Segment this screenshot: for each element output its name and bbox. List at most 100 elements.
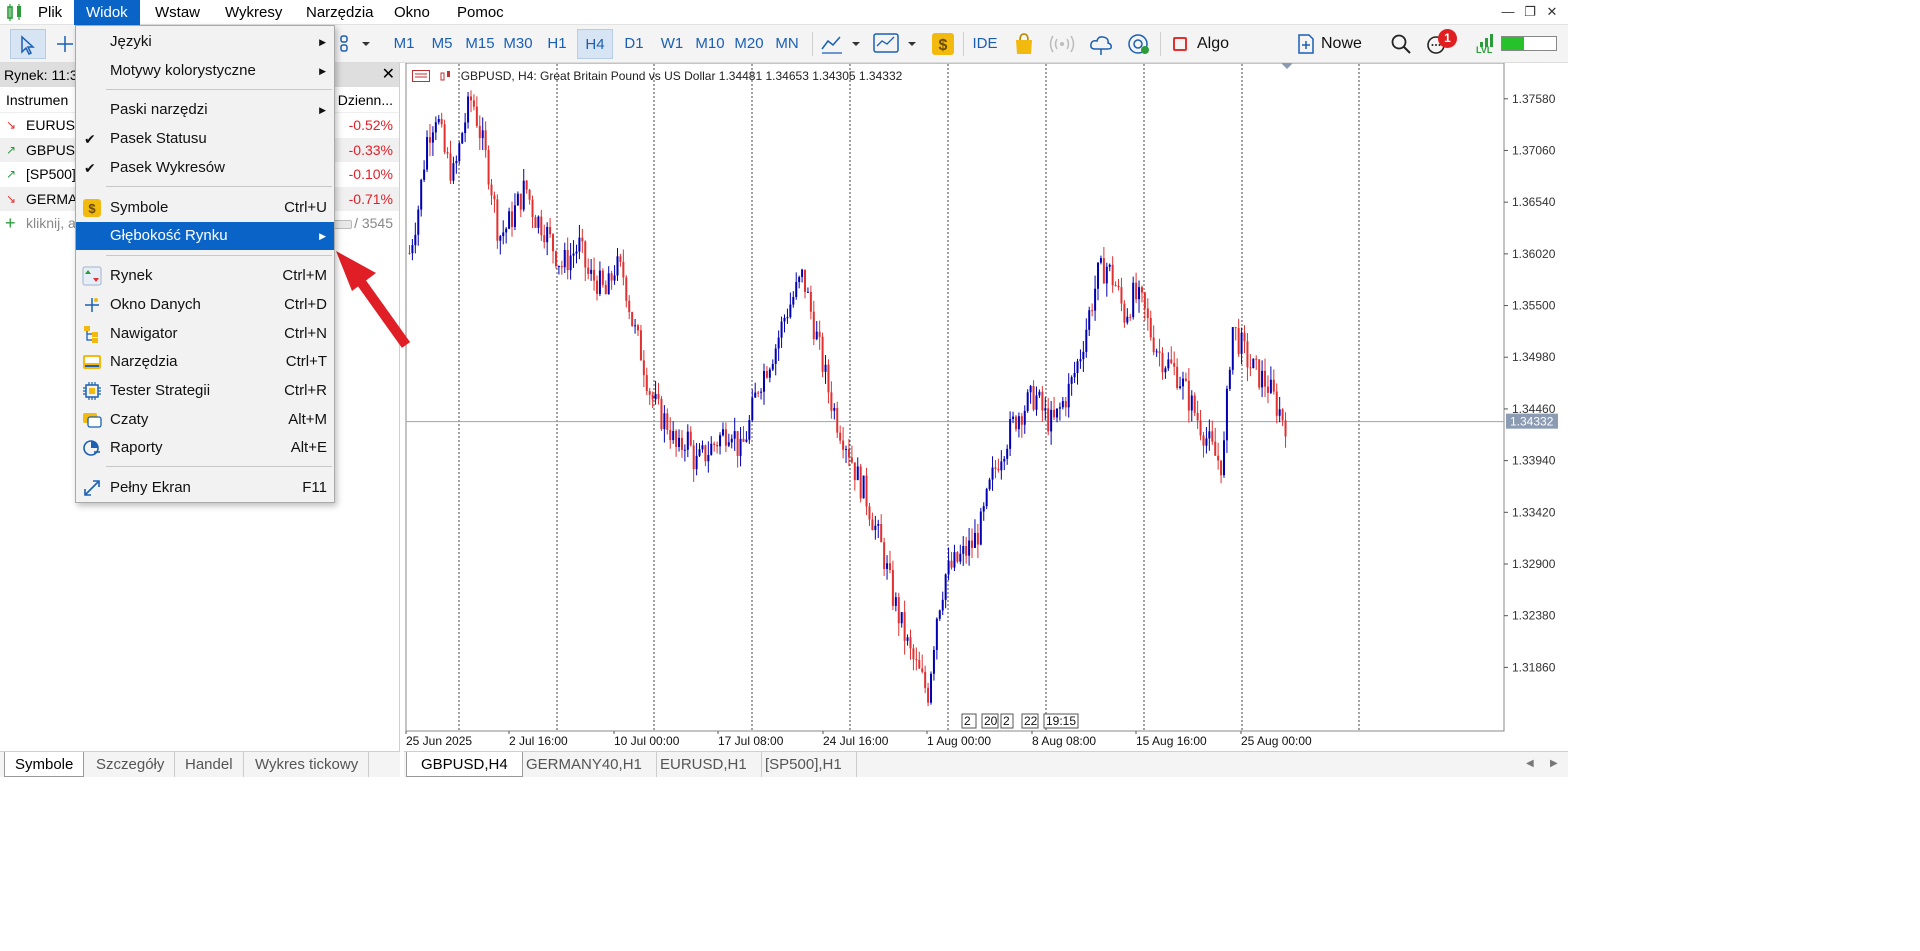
x-tick-label: 25 Aug 00:00 [1241, 734, 1312, 748]
menu-plik[interactable]: Plik [26, 0, 74, 25]
candle-body [1258, 359, 1261, 388]
menu-item-paski-narzedzi[interactable]: Paski narzędzi ▶ [76, 96, 334, 124]
timeframe-m30[interactable]: M30 [500, 29, 536, 59]
menu-wstaw[interactable]: Wstaw [143, 0, 212, 25]
menu-item-jezyki[interactable]: Języki ▶ [76, 28, 334, 56]
menu-pomoc[interactable]: Pomoc [445, 0, 516, 25]
menu-item-okno-danych[interactable]: Okno Danych Ctrl+D [76, 291, 334, 319]
menu-item-glebokosc-rynku[interactable]: Głębokość Rynku ▶ [76, 222, 334, 250]
cursor-tool-icon[interactable] [10, 29, 46, 59]
candle-body [871, 519, 874, 531]
new-order-button[interactable]: Nowe Zl [1294, 29, 1378, 82]
menu-item-label: Motywy kolorystyczne [110, 62, 256, 79]
timeframe-m15[interactable]: M15 [462, 29, 498, 59]
candle-body [680, 437, 683, 450]
candle-body [575, 251, 578, 254]
menu-item-pasek-wykresow[interactable]: ✔ Pasek Wykresów [76, 154, 334, 182]
candle-body [686, 431, 689, 450]
close-window-icon[interactable]: ✕ [1542, 2, 1562, 22]
objects-dropdown-icon[interactable] [336, 29, 374, 59]
candle-body [906, 637, 909, 641]
menu-item-raporty[interactable]: Raporty Alt+E [76, 434, 334, 462]
candle-body [537, 216, 540, 228]
algo-trading-button[interactable]: Algo Trading [1170, 29, 1284, 82]
col-instrument[interactable]: Instrumen [6, 87, 68, 113]
candle-body [692, 445, 695, 470]
candle-body [1152, 337, 1155, 353]
candle-body [830, 392, 833, 411]
tabs-scroll-right-icon[interactable]: ▶ [1550, 758, 1558, 769]
vps-globe-icon[interactable] [1126, 31, 1152, 57]
symbols-dollar-icon[interactable]: $ [930, 31, 956, 57]
menu-item-shortcut: Ctrl+N [284, 325, 327, 342]
menu-item-pelny-ekran[interactable]: Pełny Ekran F11 [76, 474, 334, 502]
chart-header: GBPUSD, H4: Great Britain Pound vs US Do… [412, 69, 902, 83]
menu-narzedzia[interactable]: Narzędzia [294, 0, 386, 25]
tab-handel[interactable]: Handel [175, 752, 244, 777]
chart-grid-icon[interactable] [412, 70, 430, 82]
timeframe-m1[interactable]: M1 [386, 29, 422, 59]
menu-wykresy[interactable]: Wykresy [213, 0, 294, 25]
candle-body [1225, 388, 1228, 441]
candle-body [683, 449, 686, 451]
cloud-icon[interactable] [1088, 31, 1114, 57]
candle-body [1091, 310, 1094, 312]
timeframe-m20[interactable]: M20 [731, 29, 767, 59]
chart-tab-sp500-h1[interactable]: [SP500],H1 [751, 752, 857, 777]
candle-body [443, 124, 446, 153]
menu-item-symbole[interactable]: $ Symbole Ctrl+U [76, 194, 334, 222]
timeframe-h1[interactable]: H1 [539, 29, 575, 59]
candle-body [522, 180, 525, 210]
candle-body [481, 130, 484, 139]
indicator-dropdown-icon[interactable] [820, 31, 864, 57]
timeframe-d1[interactable]: D1 [616, 29, 652, 59]
col-daily-change[interactable]: Dzienn... [338, 87, 393, 113]
tab-wykres-tickowy[interactable]: Wykres tickowy [245, 752, 370, 777]
timeframe-m5[interactable]: M5 [424, 29, 460, 59]
chart-candles-icon[interactable] [439, 70, 457, 82]
market-bag-icon[interactable] [1011, 31, 1037, 57]
tab-symbole[interactable]: Symbole [4, 752, 85, 777]
menu-item-shortcut: Alt+M [288, 411, 327, 428]
price-chart[interactable]: 1.34332 1.37580 1.37060 1.36540 1.36020 1.35… [404, 63, 1568, 751]
tab-szczegoly[interactable]: Szczegóły [86, 752, 176, 777]
signal-level-indicator[interactable]: LVL [1474, 33, 1568, 59]
menu-item-shortcut: Alt+E [290, 439, 327, 456]
chart-tab-eurusd-h1[interactable]: EURUSD,H1 [646, 752, 762, 777]
candle-body [593, 269, 596, 281]
menu-widok[interactable]: Widok [74, 0, 140, 25]
chart-shift-marker-icon[interactable] [1281, 63, 1293, 69]
menu-item-czaty[interactable]: Czaty Alt+M [76, 406, 334, 434]
notifications-button[interactable]: 1 [1424, 29, 1458, 59]
menu-item-tester-strategii[interactable]: Tester Strategii Ctrl+R [76, 377, 334, 405]
candle-body [1208, 431, 1211, 439]
candle-body [956, 552, 959, 562]
menu-item-motywy[interactable]: Motywy kolorystyczne ▶ [76, 57, 334, 85]
chart-tab-gbpusd-h4[interactable]: GBPUSD,H4 [406, 752, 523, 777]
ide-button[interactable]: IDE [968, 29, 1002, 59]
candle-body [1058, 407, 1061, 409]
restore-icon[interactable]: ❐ [1520, 2, 1540, 22]
tabs-scroll-left-icon[interactable]: ◀ [1526, 758, 1534, 769]
timeframe-m10[interactable]: M10 [692, 29, 728, 59]
timeframe-mn[interactable]: MN [769, 29, 805, 59]
timeframe-h4[interactable]: H4 [577, 29, 613, 59]
menu-item-narzedzia[interactable]: Narzędzia Ctrl+T [76, 348, 334, 376]
candle-body [496, 199, 499, 241]
menu-item-rynek[interactable]: Rynek Ctrl+M [76, 262, 334, 290]
chart-tab-germany40-h1[interactable]: GERMANY40,H1 [512, 752, 657, 777]
search-icon[interactable] [1388, 31, 1414, 57]
menu-item-pasek-statusu[interactable]: ✔ Pasek Statusu [76, 125, 334, 153]
close-icon[interactable]: ✕ [382, 63, 395, 87]
candle-body [704, 445, 707, 462]
candle-body [1105, 266, 1108, 284]
menu-okno[interactable]: Okno [382, 0, 442, 25]
candle-body [771, 363, 774, 370]
chart-window[interactable]: 1.34332 1.37580 1.37060 1.36540 1.36020 1.35… [404, 63, 1568, 751]
minimize-icon[interactable]: — [1498, 2, 1518, 22]
menu-item-nawigator[interactable]: Nawigator Ctrl+N [76, 320, 334, 348]
signal-broadcast-icon[interactable] [1049, 31, 1075, 57]
candle-body [736, 431, 739, 456]
chart-template-dropdown-icon[interactable] [872, 31, 920, 57]
timeframe-w1[interactable]: W1 [654, 29, 690, 59]
